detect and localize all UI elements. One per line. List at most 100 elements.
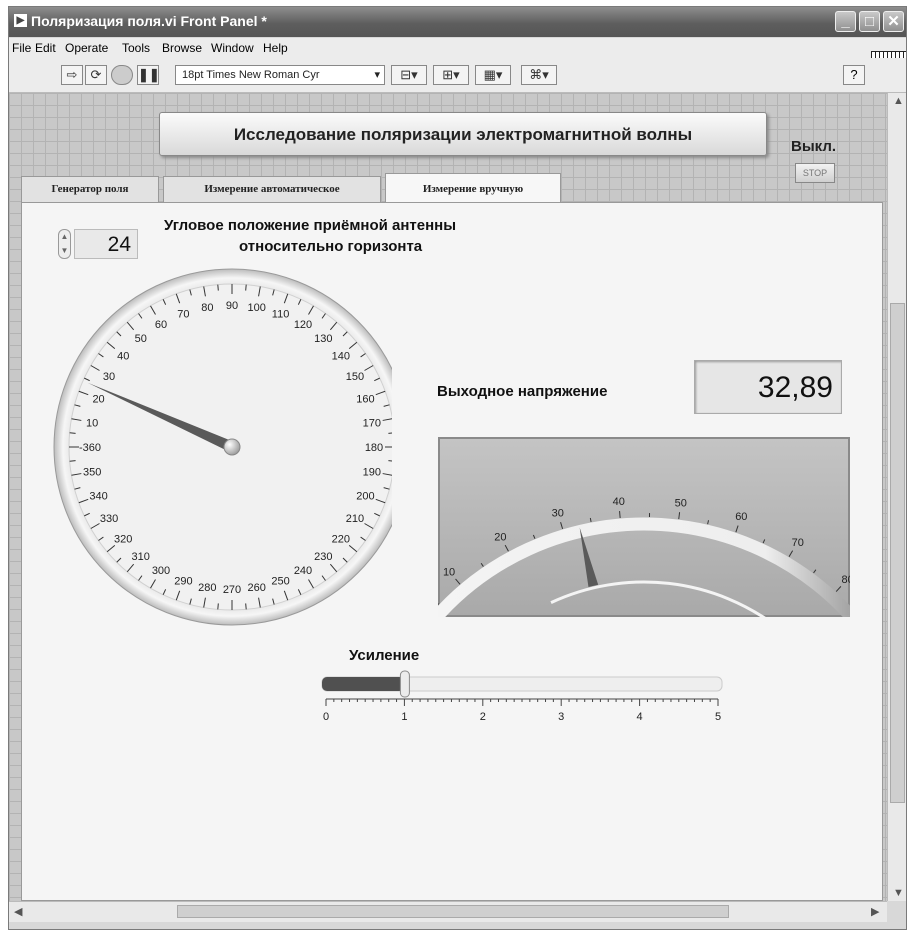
font-selector[interactable]: 18pt Times New Roman Cyr ▾ [175,65,385,85]
front-panel-window: ▶ Поляризация поля.vi Front Panel * _ □ … [8,6,907,930]
scroll-left-icon[interactable]: ◀ [14,905,22,918]
voltage-meter: 0102030405060708090100 [438,437,850,617]
meter-tick-label: 60 [735,511,747,523]
dial-tick-label: 180 [365,442,383,454]
help-button[interactable]: ? [843,65,865,85]
horizontal-scroll-thumb[interactable] [177,905,729,918]
close-button[interactable]: ✕ [883,11,904,32]
dial-tick-label: 130 [314,333,332,345]
tab-page-manual: ▲ ▼ 24 Угловое положение приёмной антенны… [21,202,883,901]
dial-tick [245,603,247,610]
dial-tick-label: 200 [356,491,374,503]
vi-icon: ▶ [14,14,27,27]
menu-edit[interactable]: Edit [35,41,56,55]
menu-tools[interactable]: Tools [122,41,150,55]
window-title: Поляризация поля.vi Front Panel * [31,13,267,29]
abort-icon[interactable]: ● [111,65,133,85]
dial-tick-label: 310 [132,551,150,563]
meter-tick-label: 50 [675,497,687,509]
gain-slider[interactable]: 0 1 2 3 4 5 [312,669,732,729]
dial-tick-label: 40 [117,351,129,363]
angle-label-line2: относительно горизонта [239,238,423,255]
stop-label: Выкл. [791,138,837,155]
dial-tick-label: 260 [247,582,265,594]
main-title-button[interactable]: Исследование поляризации электромагнитно… [159,112,767,156]
tab-auto-measurement[interactable]: Измерение автоматическое [163,176,381,202]
main-title-label: Исследование поляризации электромагнитно… [233,125,693,144]
dial-tick-label: 340 [89,491,107,503]
font-selector-value: 18pt Times New Roman Cyr [182,69,320,81]
dial-tick-label: 10 [86,417,98,429]
reorder-icon[interactable]: ⌘▾ [521,65,557,85]
menu-operate[interactable]: Operate [65,41,108,55]
dial-tick-label: 290 [174,575,192,587]
menu-window[interactable]: Window [211,41,254,55]
title-bar[interactable]: ▶ Поляризация поля.vi Front Panel * _ □ … [9,7,906,37]
meter-tick-label: 70 [792,537,804,549]
dial-tick-label: 210 [346,513,364,525]
menu-browse[interactable]: Browse [162,41,202,55]
menu-file[interactable]: File [12,41,31,55]
stop-button[interactable]: STOP [795,163,835,183]
minimize-button[interactable]: _ [835,11,856,32]
gain-slider-thumb[interactable] [399,670,410,698]
pause-icon[interactable]: ❚❚ [137,65,160,85]
tab-manual-measurement[interactable]: Измерение вручную [385,173,561,202]
vertical-scroll-thumb[interactable] [890,303,905,803]
distribute-objects-icon[interactable]: ⊞▾ [433,65,469,85]
dial-tick [69,460,76,462]
gain-tick-label: 4 [637,711,643,723]
gain-tick-label: 0 [323,711,329,723]
dial-tick [388,432,392,434]
meter-tick-label: 20 [494,531,506,543]
angle-dial[interactable]: 10 20 3040 50 60 70 80 90 100 110 120130140 150 160 1… [32,261,392,631]
output-label: Выходное напряжение [437,383,608,400]
scroll-up-icon[interactable]: ▲ [893,95,904,107]
gain-slider-labels: 0 1 2 3 4 5 [323,711,721,723]
dial-tick [388,460,392,462]
dial-tick-label: 140 [332,351,350,363]
dial-tick-label: 320 [114,533,132,545]
resize-objects-icon[interactable]: ▦▾ [475,65,511,85]
vertical-scrollbar[interactable]: ▲ ▼ [887,93,906,901]
dial-tick-label: 50 [135,333,147,345]
dial-hub [223,438,241,456]
meter-tick-label: 80 [842,574,850,586]
menu-bar: File Edit Operate Tools Browse Window He… [9,38,906,58]
gain-slider-fill [322,677,405,691]
angle-value[interactable]: 24 [74,229,138,259]
scroll-right-icon[interactable]: ▶ [871,905,879,918]
dial-tick-label: 60 [155,319,167,331]
dial-tick-label: 220 [332,533,350,545]
gain-tick-label: 1 [401,711,407,723]
dial-tick-label: 20 [92,393,104,405]
horizontal-scrollbar[interactable]: ◀ ▶ [9,901,887,922]
dial-tick [217,603,219,610]
tab-field-generator[interactable]: Генератор поля [21,176,159,202]
increment-decrement-icon[interactable]: ▲ ▼ [58,229,71,259]
meter-tick-label: 40 [613,496,625,508]
gain-tick-label: 5 [715,711,721,723]
dial-tick-label: 150 [346,371,364,383]
dial-tick-label: 120 [294,319,312,331]
align-objects-icon[interactable]: ⊟▾ [391,65,427,85]
menu-help[interactable]: Help [263,41,288,55]
meter-tick [619,510,621,519]
front-panel: Исследование поляризации электромагнитно… [9,93,887,901]
maximize-button[interactable]: □ [859,11,880,32]
run-arrow-icon[interactable]: ⇨ [61,65,83,85]
dial-tick [217,284,219,291]
scroll-down-icon[interactable]: ▼ [893,887,904,899]
run-continuous-icon[interactable]: ⟳ [85,65,107,85]
dial-tick-label: 270 [223,584,241,596]
dial-tick-label: 330 [100,513,118,525]
dial-tick-label: 240 [294,565,312,577]
dial-tick-label: 80 [201,302,213,314]
dial-tick [245,284,247,291]
gain-slider-ticks [325,698,719,706]
dial-tick-label: 70 [177,309,189,321]
meter-tick-label: 30 [552,508,564,520]
gain-tick-label: 3 [558,711,564,723]
toolbar: ⇨ ⟳ ● ❚❚ 18pt Times New Roman Cyr ▾ ⊟▾ ⊞▾… [9,58,906,93]
dial-tick-label: 30 [103,371,115,383]
